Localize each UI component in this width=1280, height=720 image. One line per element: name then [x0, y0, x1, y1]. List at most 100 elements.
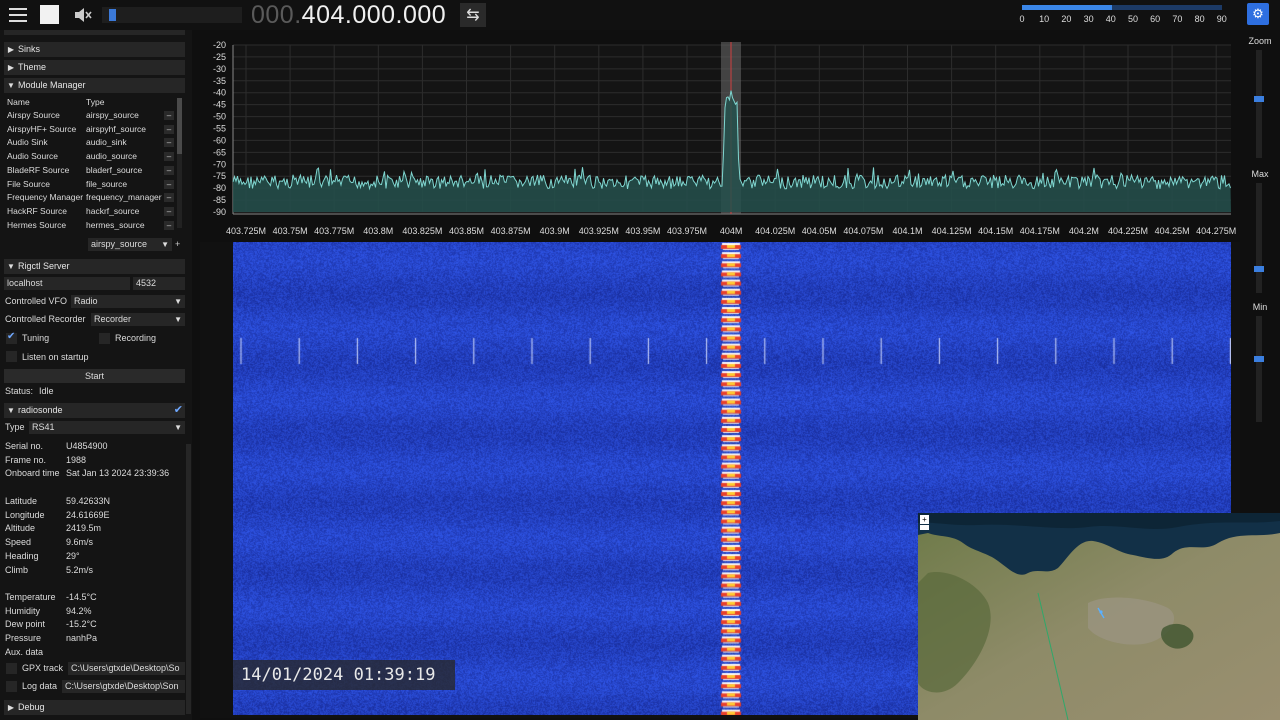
- section-debug[interactable]: ▶ Debug: [4, 700, 185, 715]
- rigctl-port-input[interactable]: 4532: [133, 277, 185, 290]
- module-name: File Source: [7, 178, 50, 189]
- controlled-recorder-select[interactable]: Recorder ▼: [91, 313, 185, 326]
- delete-module-button[interactable]: –: [164, 124, 174, 134]
- delete-module-button[interactable]: –: [164, 138, 174, 148]
- new-module-type-value: airspy_source: [91, 239, 148, 249]
- sonde-type-select[interactable]: RS41 ▼: [29, 421, 185, 434]
- sonde-field-value: U4854900: [66, 441, 108, 451]
- delete-module-button[interactable]: –: [164, 165, 174, 175]
- section-theme[interactable]: ▶ Theme: [4, 60, 185, 75]
- map-zoom-in-button[interactable]: +: [920, 515, 929, 524]
- rigctl-start-button[interactable]: Start: [4, 369, 185, 383]
- fft-x-tick-label: 403.8M: [363, 226, 393, 236]
- map-zoom-out-button[interactable]: [920, 525, 929, 530]
- add-module-button[interactable]: +: [175, 238, 180, 251]
- enabled-checkmark-icon[interactable]: ✔: [174, 403, 183, 418]
- controlled-vfo-select[interactable]: Radio ▼: [71, 295, 185, 308]
- module-table-row[interactable]: Audio Sink audio_sink –: [5, 136, 175, 149]
- sonde-field-value: 1988: [66, 454, 87, 465]
- rigctl-host-input[interactable]: localhost: [4, 277, 130, 290]
- module-type: hackrf_source: [86, 205, 140, 216]
- rigctl-status-label: Status:: [5, 386, 34, 396]
- module-table-row[interactable]: File Source file_source –: [5, 178, 175, 191]
- new-module-type-select[interactable]: airspy_source ▼: [88, 238, 172, 251]
- gpx-track-checkbox[interactable]: [6, 663, 17, 674]
- fft-x-tick-label: 403.75M: [273, 226, 308, 236]
- log-data-checkbox[interactable]: [6, 681, 17, 692]
- delete-module-button[interactable]: –: [164, 111, 174, 120]
- delete-module-button[interactable]: –: [164, 206, 174, 216]
- hamburger-menu-icon[interactable]: [6, 4, 30, 26]
- module-name: AirspyHF+ Source: [7, 123, 77, 134]
- sonde-field-label: Onboard time: [5, 468, 60, 479]
- fft-spectrum[interactable]: -20 -25 -30 -35 -40 -45 -50 -55-60 -65 -70 -75 -80 -…: [200, 36, 1240, 242]
- min-slider-knob[interactable]: [1254, 356, 1264, 362]
- gpx-track-path-input[interactable]: C:\Users\gtxde\Desktop\So: [68, 662, 185, 675]
- fft-x-tick-label: 404M: [720, 226, 743, 236]
- module-table-row[interactable]: Airspy Source airspy_source –: [5, 109, 175, 122]
- module-table-row[interactable]: BladeRF Source bladerf_source –: [5, 164, 175, 177]
- section-module-manager[interactable]: ▼ Module Manager: [4, 78, 185, 93]
- section-rigctl-server[interactable]: ▼ Rigctl Server: [4, 259, 185, 274]
- module-type: bladerf_source: [86, 164, 143, 175]
- snr-meter-scale: 0 10 20 30 40 50 60 70 80 90: [1019, 14, 1230, 26]
- max-slider-knob[interactable]: [1254, 266, 1264, 272]
- module-table-row[interactable]: HackRF Source hackrf_source –: [5, 205, 175, 218]
- fft-y-tick-label: -45: [213, 100, 226, 110]
- snr-tick-label: 50: [1127, 14, 1139, 24]
- satellite-map[interactable]: +: [918, 513, 1280, 720]
- section-sinks[interactable]: ▶ Sinks: [4, 42, 185, 57]
- module-table-row[interactable]: Hermes Source hermes_source –: [5, 219, 175, 230]
- section-sinks-label: Sinks: [18, 44, 41, 54]
- module-type: frequency_manager: [86, 192, 162, 203]
- fft-y-tick-label: -75: [213, 171, 226, 181]
- collapsed-section-header-partial[interactable]: [4, 30, 185, 35]
- volume-slider-knob[interactable]: [109, 9, 116, 21]
- delete-module-button[interactable]: –: [164, 179, 174, 189]
- delete-module-button[interactable]: –: [164, 220, 174, 230]
- swap-arrows-icon[interactable]: ⇆: [460, 3, 486, 27]
- fft-x-tick-label: 404.125M: [932, 226, 972, 236]
- recording-label: Recording: [115, 333, 157, 343]
- max-slider[interactable]: [1256, 183, 1262, 293]
- fft-y-tick-label: -80: [213, 183, 226, 193]
- volume-slider[interactable]: [102, 7, 242, 23]
- fft-x-tick-label: 404.025M: [755, 226, 795, 236]
- frequency-digits[interactable]: 404.000.000: [302, 1, 447, 29]
- tuning-checkbox[interactable]: [6, 331, 17, 344]
- log-data-path-input[interactable]: C:\Users\gtxde\Desktop\Son: [62, 680, 185, 693]
- sonde-field-label: Temperature: [5, 592, 56, 602]
- module-table-scrollbar[interactable]: [177, 98, 182, 228]
- listen-on-startup-checkbox[interactable]: [6, 351, 17, 362]
- min-slider[interactable]: [1256, 316, 1262, 422]
- snr-tick-label: 40: [1105, 14, 1116, 24]
- app-logo-icon[interactable]: ⚙: [1247, 3, 1269, 25]
- section-radiosonde[interactable]: ▼ radiosonde ✔: [4, 403, 185, 418]
- delete-module-button[interactable]: –: [164, 193, 174, 203]
- frequency-display[interactable]: 000.404.000.000: [251, 0, 446, 30]
- controlled-recorder-label: Controlled Recorder: [5, 314, 86, 324]
- collapse-arrow-icon: ▼: [7, 262, 15, 271]
- recording-checkbox[interactable]: [99, 333, 110, 344]
- fft-y-tick-label: -40: [213, 88, 226, 98]
- module-table-row[interactable]: Audio Source audio_source –: [5, 150, 175, 163]
- frequency-leading-digits[interactable]: 000.: [251, 1, 302, 29]
- side-menu-scrollbar[interactable]: [186, 444, 191, 714]
- fft-x-tick-label: 404.2M: [1069, 226, 1099, 236]
- zoom-slider-knob[interactable]: [1254, 96, 1264, 102]
- module-table-row[interactable]: Frequency Manager frequency_manager –: [5, 191, 175, 204]
- zoom-slider[interactable]: [1256, 50, 1262, 158]
- module-table-row[interactable]: AirspyHF+ Source airspyhf_source –: [5, 123, 175, 136]
- sonde-field-label: Longitude: [5, 509, 45, 520]
- collapse-arrow-icon: ▼: [7, 81, 15, 90]
- module-table-scrollbar-thumb[interactable]: [177, 98, 182, 154]
- delete-module-button[interactable]: –: [164, 152, 174, 162]
- stop-button[interactable]: [40, 5, 59, 24]
- module-name: Hermes Source: [7, 219, 67, 230]
- sonde-field-label: Altitude: [5, 523, 36, 534]
- sonde-field-label: Serial no.: [5, 441, 44, 451]
- fft-x-tick-label: 404.1M: [892, 226, 922, 236]
- sonde-field-value: 2419.5m: [66, 523, 102, 534]
- fft-x-tick-label: 403.9M: [540, 226, 570, 236]
- speaker-muted-icon[interactable]: [72, 4, 94, 26]
